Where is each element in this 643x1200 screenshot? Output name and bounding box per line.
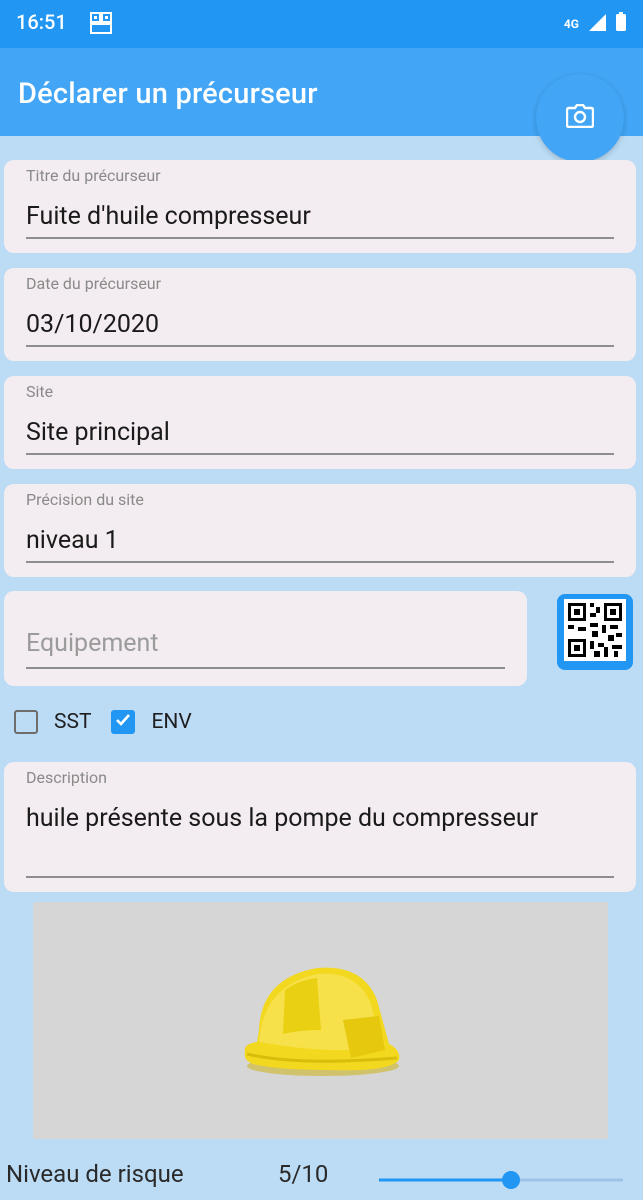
network-type-label: 4G — [563, 17, 579, 31]
date-underline — [26, 345, 614, 347]
camera-button[interactable] — [536, 74, 624, 162]
equipement-field[interactable]: Equipement — [4, 591, 527, 686]
category-checkboxes: SST ENV — [14, 710, 212, 734]
signal-icon — [587, 12, 607, 36]
equipement-placeholder[interactable]: Equipement — [26, 629, 159, 658]
precision-label: Précision du site — [26, 490, 144, 509]
risk-slider[interactable] — [379, 1170, 623, 1190]
qr-scan-button[interactable] — [557, 594, 633, 670]
equipement-underline — [26, 667, 505, 669]
qr-code-icon — [564, 599, 626, 665]
slider-thumb[interactable] — [502, 1171, 520, 1189]
precision-field[interactable]: Précision du site niveau 1 — [4, 484, 636, 577]
risk-label: Niveau de risque — [6, 1160, 184, 1188]
sst-checkbox[interactable] — [14, 710, 38, 734]
description-label: Description — [26, 768, 107, 787]
description-field[interactable]: Description huile présente sous la pompe… — [4, 762, 636, 892]
titre-value[interactable]: Fuite d'huile compresseur — [26, 202, 311, 231]
precision-underline — [26, 561, 614, 563]
date-label: Date du précurseur — [26, 274, 162, 293]
checkmark-icon — [114, 711, 132, 733]
date-value[interactable]: 03/10/2020 — [26, 310, 159, 339]
photo-preview[interactable] — [33, 902, 608, 1139]
site-underline — [26, 453, 614, 455]
env-checkbox[interactable] — [111, 710, 136, 734]
network-type-icon: 4G — [563, 17, 579, 31]
page-title: Déclarer un précurseur — [18, 77, 318, 111]
status-bar: 16:51 4G — [0, 0, 643, 48]
sst-label[interactable]: SST — [54, 710, 91, 734]
titre-label: Titre du précurseur — [26, 166, 161, 185]
description-value[interactable]: huile présente sous la pompe du compress… — [26, 802, 586, 836]
site-label: Site — [26, 382, 54, 401]
sim-notification-icon — [90, 12, 112, 34]
site-value[interactable]: Site principal — [26, 418, 170, 447]
date-field[interactable]: Date du précurseur 03/10/2020 — [4, 268, 636, 361]
site-field[interactable]: Site Site principal — [4, 376, 636, 469]
env-label[interactable]: ENV — [151, 710, 191, 734]
risk-value: 5/10 — [278, 1160, 329, 1188]
precision-value[interactable]: niveau 1 — [26, 526, 119, 555]
titre-field[interactable]: Titre du précurseur Fuite d'huile compre… — [4, 160, 636, 253]
battery-icon — [615, 12, 627, 36]
status-time: 16:51 — [16, 10, 67, 34]
description-underline — [26, 876, 614, 878]
hard-hat-icon — [239, 960, 403, 1084]
titre-underline — [26, 237, 614, 239]
camera-icon — [565, 103, 595, 132]
